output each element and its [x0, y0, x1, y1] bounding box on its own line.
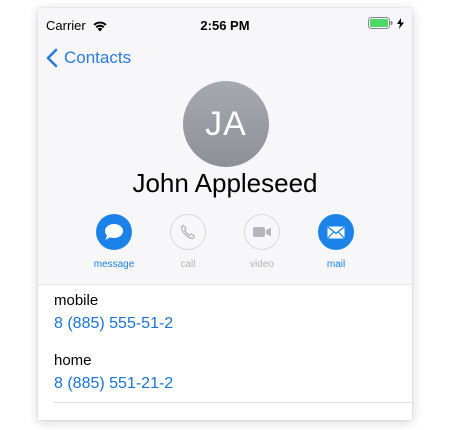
phone-icon: [180, 224, 196, 240]
avatar: JA: [183, 81, 269, 167]
mail-button-circle: [318, 214, 354, 250]
mail-button[interactable]: mail: [306, 214, 366, 270]
message-button-circle: [96, 214, 132, 250]
action-bar: message call video mail: [38, 214, 412, 280]
back-label: Contacts: [64, 48, 132, 67]
contact-detail-screen: Carrier 2:56 PM Contacts JA John Applese…: [38, 8, 412, 420]
battery-icon: [368, 17, 393, 29]
contact-name: John Appleseed: [132, 168, 318, 198]
call-button-circle: [170, 214, 206, 250]
message-button[interactable]: message: [84, 214, 144, 270]
call-button: call: [158, 214, 218, 270]
video-button: video: [232, 214, 292, 270]
field-label-mobile: mobile: [54, 292, 99, 309]
field-label-home: home: [54, 352, 92, 369]
status-bar: Carrier 2:56 PM: [38, 8, 412, 44]
chevron-left-icon: [46, 48, 58, 68]
mail-label: mail: [326, 259, 346, 270]
call-label: call: [180, 259, 196, 270]
video-camera-icon: [253, 227, 271, 237]
back-button[interactable]: Contacts: [46, 48, 131, 68]
speech-bubble-icon: [105, 224, 123, 240]
phone-number-home[interactable]: 8 (885) 551-21-2: [54, 375, 173, 393]
video-button-circle: [244, 214, 280, 250]
battery-indicator: [368, 17, 404, 29]
message-label: message: [93, 259, 135, 270]
avatar-initials: JA: [205, 104, 247, 143]
status-time: 2:56 PM: [200, 18, 250, 33]
video-label: video: [250, 259, 274, 270]
envelope-icon: [327, 225, 345, 238]
phone-number-mobile[interactable]: 8 (885) 555-51-2: [54, 315, 173, 333]
bolt-icon: [397, 17, 404, 29]
divider: [54, 402, 412, 403]
